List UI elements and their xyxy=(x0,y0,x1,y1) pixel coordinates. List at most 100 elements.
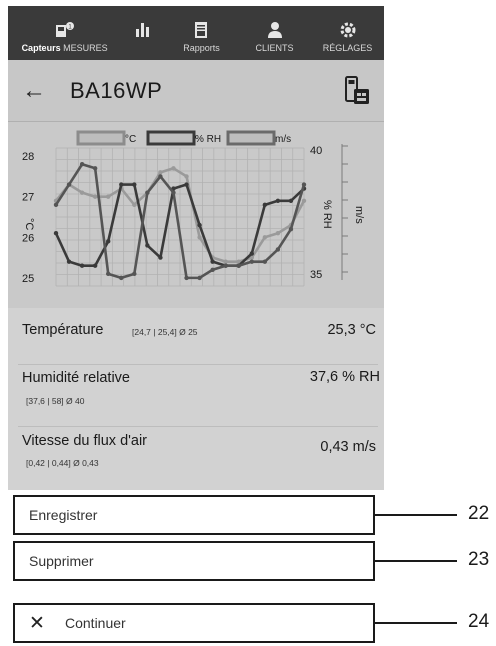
series-point-2 xyxy=(132,271,137,277)
save-button-label: Enregistrer xyxy=(29,507,98,523)
y-left-tick-label: 25 xyxy=(22,273,34,285)
series-point-2 xyxy=(158,174,163,179)
series-point-0 xyxy=(197,235,202,240)
series-point-0 xyxy=(158,170,163,175)
gear-icon xyxy=(340,22,356,38)
nav-label-capteurs: Capteurs xyxy=(21,43,61,53)
close-icon: ✕ xyxy=(29,612,45,634)
y-right2-axis-label: m/s xyxy=(353,206,365,224)
series-point-1 xyxy=(79,263,85,268)
series-point-2 xyxy=(92,166,98,171)
series-point-2 xyxy=(275,247,281,252)
y-right-tick-label: 35 xyxy=(310,269,322,281)
series-point-1 xyxy=(275,198,281,203)
y-right-axis-label: % RH xyxy=(321,200,333,229)
reading-name: Température xyxy=(22,322,104,338)
series-point-0 xyxy=(184,174,189,179)
save-button[interactable]: Enregistrer xyxy=(13,495,375,535)
bar-chart-icon xyxy=(136,23,150,37)
device-button[interactable] xyxy=(332,75,384,106)
series-point-1 xyxy=(145,243,150,248)
series-point-1 xyxy=(119,182,124,187)
series-point-2 xyxy=(301,182,307,187)
reading-stats: [37,6 | 58] Ø 40 xyxy=(26,396,85,406)
callout-number: 22 xyxy=(468,503,490,524)
series-point-2 xyxy=(223,263,228,268)
series-point-0 xyxy=(171,166,176,171)
nav-label-mesures: MESURES xyxy=(63,43,108,53)
series-point-1 xyxy=(53,231,59,236)
continue-button-label: Continuer xyxy=(65,615,126,631)
measurement-chart: °C % RH m/s 28 27 26 25 °C 40 35 % RH m/s xyxy=(8,122,384,308)
series-point-2 xyxy=(262,259,268,264)
series-point-1 xyxy=(210,259,215,264)
reading-name: Vitesse du flux d'air xyxy=(22,433,148,449)
series-point-2 xyxy=(145,190,150,195)
series-point-2 xyxy=(171,190,176,195)
nav-label-rapports: Rapports xyxy=(183,43,220,53)
reading-stats: [24,7 | 25,4] Ø 25 xyxy=(132,327,198,337)
page-title: BA16WP xyxy=(70,77,163,103)
y-right-tick-label: 40 xyxy=(310,145,322,157)
series-point-2 xyxy=(249,259,254,264)
nav-label-reglages: RÉGLAGES xyxy=(322,43,373,53)
series-point-0 xyxy=(262,235,268,240)
callout-line xyxy=(375,514,457,516)
clients-icon xyxy=(267,22,282,38)
series-point-0 xyxy=(106,194,111,199)
back-button[interactable]: ← xyxy=(8,77,60,105)
series-point-2 xyxy=(66,182,72,187)
y-left-tick-label: 28 xyxy=(22,151,34,163)
series-point-2 xyxy=(210,267,215,272)
series-point-0 xyxy=(275,231,281,236)
nav-tab-rapports[interactable]: Rapports xyxy=(165,6,238,60)
series-point-1 xyxy=(262,202,268,208)
series-point-2 xyxy=(119,275,124,281)
reading-airflow: Vitesse du flux d'air [0,42 | 0,44] Ø 0,… xyxy=(8,427,384,487)
legend-label: m/s xyxy=(275,134,291,145)
series-point-2 xyxy=(288,226,294,232)
callout-number: 23 xyxy=(468,549,490,570)
reading-humidity: Humidité relative [37,6 | 58] Ø 40 37,6 … xyxy=(8,365,384,425)
arrow-left-icon: ← xyxy=(22,76,46,104)
series-point-1 xyxy=(249,251,254,256)
y-left-tick-label: 26 xyxy=(22,232,34,244)
series-point-1 xyxy=(106,239,111,244)
callout-line xyxy=(375,622,457,624)
reading-name: Humidité relative xyxy=(22,370,130,386)
series-point-0 xyxy=(79,190,85,195)
series-point-1 xyxy=(184,182,189,187)
series-point-2 xyxy=(197,275,202,281)
reading-value: 37,6 % RH xyxy=(309,369,380,385)
nav-tab-mesures-chart[interactable] xyxy=(121,6,165,60)
top-navigation: 1 Capteurs MESURES Rapports CLIENTS RÉGL… xyxy=(8,6,384,60)
readings-panel: Température [24,7 | 25,4] Ø 25 25,3 °C H… xyxy=(8,308,384,490)
callout-number: 24 xyxy=(468,611,490,632)
delete-button[interactable]: Supprimer xyxy=(13,541,375,581)
device-icon xyxy=(345,75,369,104)
legend-swatch xyxy=(226,130,276,146)
nav-label-clients: CLIENTS xyxy=(255,43,294,53)
continue-button[interactable]: ✕ Continuer xyxy=(13,603,375,643)
series-point-2 xyxy=(236,263,241,268)
sensors-icon: 1 xyxy=(55,22,74,37)
series-point-2 xyxy=(184,275,189,281)
screen-header: ← BA16WP xyxy=(8,60,384,122)
reading-value: 25,3 °C xyxy=(327,322,376,338)
nav-tab-clients[interactable]: CLIENTS xyxy=(238,6,311,60)
series-point-1 xyxy=(197,222,202,228)
series-point-2 xyxy=(106,271,111,277)
nav-tab-capteurs-mesures[interactable]: 1 Capteurs MESURES xyxy=(8,6,121,60)
series-point-0 xyxy=(301,198,307,203)
reading-value: 0,43 m/s xyxy=(320,439,376,455)
series-point-0 xyxy=(132,202,137,208)
reading-stats: [0,42 | 0,44] Ø 0,43 xyxy=(26,458,99,468)
line-chart: °C % RH m/s 28 27 26 25 °C 40 35 % RH m/s xyxy=(22,130,365,287)
reading-temperature: Température [24,7 | 25,4] Ø 25 25,3 °C xyxy=(8,308,384,364)
series-point-1 xyxy=(158,255,163,260)
y-left-axis-label: °C xyxy=(23,218,35,230)
delete-button-label: Supprimer xyxy=(29,553,94,569)
legend-label: °C xyxy=(125,134,136,145)
nav-tab-reglages[interactable]: RÉGLAGES xyxy=(311,6,384,60)
series-point-0 xyxy=(223,259,228,264)
